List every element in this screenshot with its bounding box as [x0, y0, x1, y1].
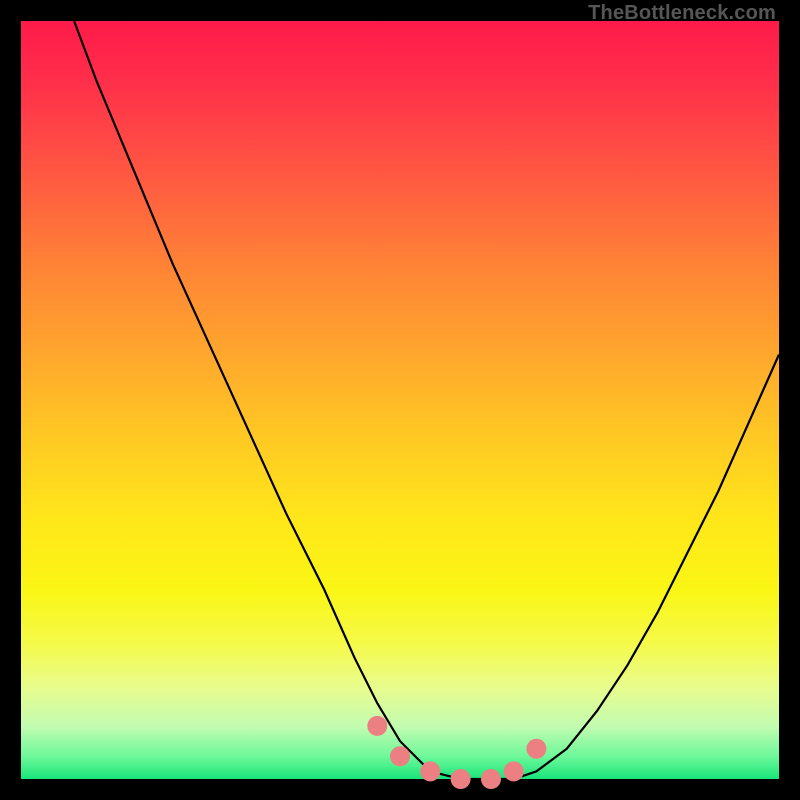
highlighted-markers-group: [367, 716, 546, 789]
marker-dot: [367, 716, 387, 736]
marker-dot: [390, 746, 410, 766]
chart-frame: TheBottleneck.com: [0, 0, 800, 800]
marker-dot: [504, 761, 524, 781]
chart-svg: [21, 21, 779, 779]
marker-dot: [451, 769, 471, 789]
attribution-text: TheBottleneck.com: [588, 2, 776, 25]
bottleneck-curve-line: [74, 21, 779, 779]
marker-dot: [420, 761, 440, 781]
marker-dot: [526, 739, 546, 759]
marker-dot: [481, 769, 501, 789]
